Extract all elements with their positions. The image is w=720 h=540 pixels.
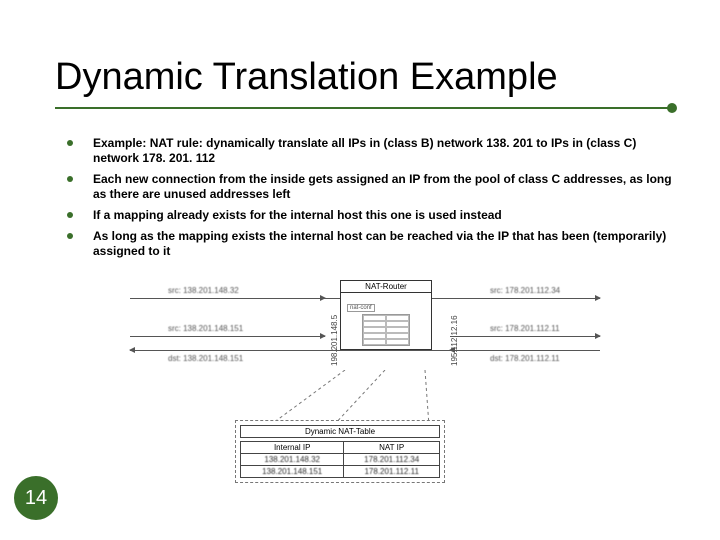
page-number: 14	[25, 487, 47, 510]
nat-table-row: 138.201.148.151 178.201.112.11	[241, 466, 440, 478]
nat-table-cell: 178.201.112.34	[344, 454, 440, 466]
title-block: Dynamic Translation Example	[55, 58, 675, 109]
nat-table-title: Dynamic NAT-Table	[240, 425, 440, 438]
nat-table-header: Internal IP	[241, 442, 344, 454]
page-title: Dynamic Translation Example	[55, 58, 675, 98]
bullet-item: Example: NAT rule: dynamically translate…	[55, 136, 675, 166]
nat-table-grid: Internal IP NAT IP 138.201.148.32 178.20…	[240, 441, 440, 478]
body-text: Example: NAT rule: dynamically translate…	[55, 136, 675, 265]
page-number-badge: 14	[14, 476, 58, 520]
bullet-list: Example: NAT rule: dynamically translate…	[55, 136, 675, 259]
bullet-item: If a mapping already exists for the inte…	[55, 208, 675, 223]
diagram-label: src: 178.201.112.34	[490, 286, 560, 295]
nat-router-box: NAT-Router nat-conf	[340, 280, 432, 350]
diagram: src: 138.201.148.32 src: 178.201.112.34 …	[130, 280, 600, 420]
nat-table-cell: 138.201.148.32	[241, 454, 344, 466]
nat-table-header: NAT IP	[344, 442, 440, 454]
diagram-vertical-left: 198.201.148.5	[330, 315, 339, 366]
nat-table-cell: 178.201.112.11	[344, 466, 440, 478]
nat-mini-grid	[362, 314, 410, 346]
slide: Dynamic Translation Example Example: NAT…	[0, 0, 720, 540]
nat-table-cell: 138.201.148.151	[241, 466, 344, 478]
nat-table: Dynamic NAT-Table Internal IP NAT IP 138…	[235, 420, 445, 483]
nat-table-row: 138.201.148.32 178.201.112.34	[241, 454, 440, 466]
nat-router-label: NAT-Router	[341, 281, 431, 293]
bullet-item: Each new connection from the inside gets…	[55, 172, 675, 202]
diagram-label: src: 138.201.148.151	[168, 324, 243, 333]
title-underline	[55, 103, 675, 109]
diagram-label: dst: 138.201.148.151	[168, 354, 243, 363]
bullet-item: As long as the mapping exists the intern…	[55, 229, 675, 259]
nat-mini-tag: nat-conf	[347, 304, 375, 312]
diagram-label: src: 138.201.148.32	[168, 286, 239, 295]
diagram-label: src: 178.201.112.11	[490, 324, 560, 333]
diagram-label: dst: 178.201.112.11	[490, 354, 560, 363]
diagram-vertical-right: 195.112.12.16	[450, 315, 459, 366]
